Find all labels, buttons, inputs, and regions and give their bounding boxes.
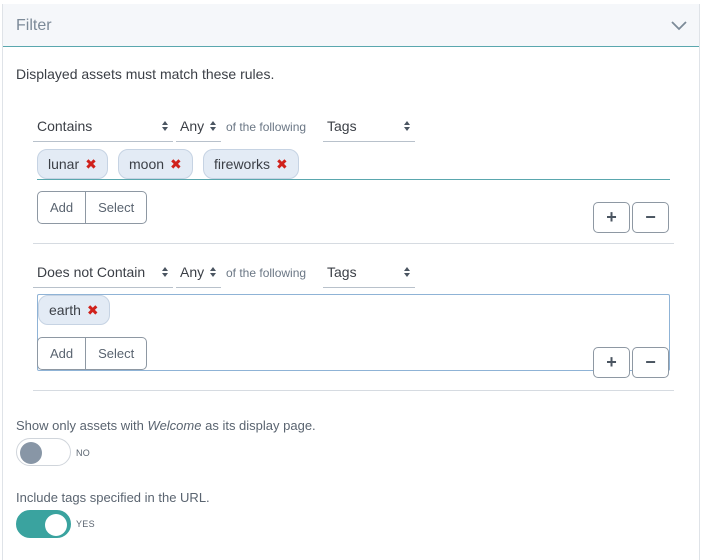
toggle-knob — [45, 514, 67, 536]
connector-text: of the following — [226, 120, 307, 134]
add-button[interactable]: Add — [38, 338, 85, 369]
add-rule-button[interactable]: + — [593, 202, 630, 233]
tag-chip: lunar ✖ — [37, 149, 108, 179]
filter-intro: Displayed assets must match these rules. — [16, 66, 275, 82]
display-page-label: Show only assets with Welcome as its dis… — [16, 418, 316, 433]
filter-panel: Filter Displayed assets must match these… — [2, 4, 700, 560]
tag-chip: earth ✖ — [38, 295, 110, 325]
quantifier-select[interactable]: Any — [176, 110, 221, 142]
connector-text: of the following — [226, 266, 307, 280]
tag-chip: fireworks ✖ — [203, 149, 299, 179]
toggle-knob — [20, 442, 42, 464]
remove-rule-button[interactable]: − — [632, 202, 669, 233]
tag-input[interactable]: lunar ✖ moon ✖ fireworks ✖ — [37, 148, 670, 180]
add-rule-button[interactable]: + — [593, 347, 630, 378]
field-select[interactable]: Tags — [323, 256, 415, 288]
sort-arrows-icon — [162, 267, 168, 277]
remove-x-icon[interactable]: ✖ — [276, 156, 288, 173]
chevron-down-icon[interactable] — [669, 16, 689, 36]
field-select[interactable]: Tags — [323, 110, 415, 142]
url-tags-toggle[interactable] — [16, 510, 71, 538]
rule-divider — [33, 390, 674, 391]
add-button[interactable]: Add — [38, 192, 85, 223]
quantifier-select[interactable]: Any — [176, 256, 221, 288]
url-tags-label: Include tags specified in the URL. — [16, 490, 210, 505]
filter-panel-header[interactable]: Filter — [3, 4, 699, 47]
display-page-state: NO — [76, 448, 91, 458]
select-button[interactable]: Select — [85, 338, 146, 369]
condition-select[interactable]: Contains — [33, 110, 173, 142]
url-tags-state: YES — [76, 519, 95, 529]
tag-chip: moon ✖ — [118, 149, 193, 179]
rule-divider — [33, 243, 674, 244]
remove-x-icon[interactable]: ✖ — [87, 302, 99, 319]
sort-arrows-icon — [210, 121, 216, 131]
panel-title: Filter — [16, 17, 52, 34]
display-page-toggle[interactable] — [16, 438, 71, 466]
condition-select[interactable]: Does not Contain — [33, 256, 173, 288]
add-select-group: Add Select — [37, 191, 148, 224]
sort-arrows-icon — [210, 267, 216, 277]
sort-arrows-icon — [404, 267, 410, 277]
remove-x-icon[interactable]: ✖ — [170, 156, 182, 173]
remove-rule-button[interactable]: − — [632, 347, 669, 378]
remove-x-icon[interactable]: ✖ — [85, 156, 97, 173]
select-button[interactable]: Select — [85, 192, 146, 223]
sort-arrows-icon — [162, 121, 168, 131]
add-select-group: Add Select — [37, 337, 148, 370]
sort-arrows-icon — [404, 121, 410, 131]
